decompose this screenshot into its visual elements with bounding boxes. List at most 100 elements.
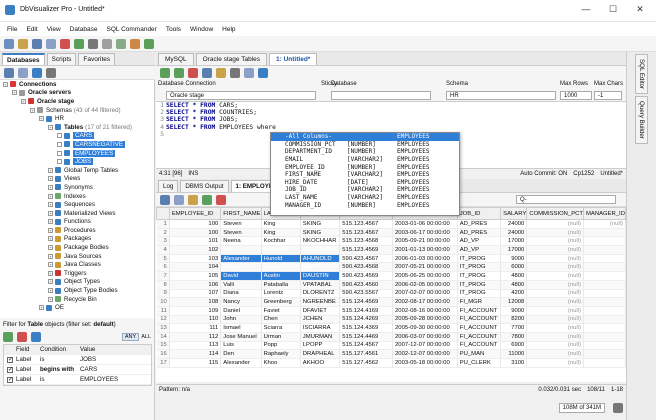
refresh-results-icon[interactable] — [160, 194, 170, 205]
expand-icon[interactable]: + — [48, 288, 53, 294]
tab-favorites[interactable]: Favorites — [78, 52, 116, 65]
autocomplete-item[interactable]: JOB_ID [VARCHAR2] EMPLOYEES — [271, 186, 459, 194]
table-cell[interactable]: (null) — [526, 262, 584, 273]
tree-node[interactable]: + Object Types — [0, 278, 154, 287]
max-rows-field[interactable]: 1000 — [560, 91, 592, 100]
auto-commit-status[interactable]: Auto Commit: ON — [520, 171, 567, 177]
table-cell[interactable]: 4200 — [500, 289, 528, 299]
expand-icon[interactable]: + — [48, 193, 53, 199]
table-cell[interactable]: Nancy — [220, 297, 262, 307]
explain-icon[interactable] — [258, 68, 268, 78]
save-all-icon[interactable] — [46, 38, 56, 49]
remove-filter-icon[interactable] — [17, 332, 27, 342]
table-cell[interactable]: 590.423.4569 — [339, 271, 394, 281]
table-cell[interactable]: 515.124.4169 — [339, 306, 394, 316]
code-line[interactable]: 2 SELECT * FROM COUNTRIES; — [156, 109, 626, 116]
tab-dbms-output[interactable]: DBMS Output — [180, 179, 229, 192]
execute-icon[interactable] — [160, 68, 170, 78]
filter-condition[interactable]: is — [40, 356, 80, 363]
close-button[interactable]: ✕ — [630, 4, 650, 18]
table-cell[interactable]: 3100 — [500, 358, 528, 368]
table-cell[interactable]: Popp — [261, 341, 301, 351]
history-icon[interactable] — [244, 68, 254, 78]
table-cell[interactable]: 2005-09-30 00:00:00 — [392, 323, 458, 333]
tree-node[interactable]: + Java Classes — [0, 260, 154, 269]
table-cell[interactable]: 16 — [156, 349, 170, 359]
table-cell[interactable]: 11000 — [500, 349, 528, 359]
expand-icon[interactable]: + — [48, 270, 53, 276]
table-cell[interactable]: (null) — [526, 219, 584, 229]
table-cell[interactable] — [583, 315, 626, 325]
add-row-icon[interactable] — [202, 194, 212, 205]
table-cell[interactable] — [583, 254, 626, 264]
table-cell[interactable]: (null) — [583, 219, 626, 229]
table-row[interactable]: 3 101 Neena Kochhar NKOCHHAR 515.123.4568 2005… — [156, 236, 626, 247]
table-cell[interactable]: IT_PROG — [457, 289, 502, 299]
table-cell[interactable]: 115 — [169, 358, 222, 368]
table-cell[interactable]: 106 — [169, 280, 222, 290]
table-cell[interactable]: 2006-02-05 00:00:00 — [392, 280, 458, 290]
table-cell[interactable]: Bruce — [220, 262, 262, 273]
expand-icon[interactable]: + — [48, 184, 53, 190]
database-select[interactable] — [331, 91, 431, 100]
table-cell[interactable]: NGREENBE — [300, 297, 341, 307]
tree-node[interactable]: + Oracle stage — [0, 97, 154, 106]
table-cell[interactable]: 3 — [156, 236, 170, 247]
table-cell[interactable]: (null) — [526, 254, 584, 264]
table-cell[interactable]: 102 — [169, 245, 222, 255]
table-cell[interactable]: AHUNOLD — [300, 254, 341, 264]
table-cell[interactable] — [583, 236, 626, 247]
table-row[interactable]: 10 108 Nancy Greenberg NGREENBE 515.124.4569 2… — [156, 297, 626, 307]
trash-icon[interactable] — [613, 403, 623, 413]
filter-condition[interactable]: begins with — [40, 366, 80, 373]
table-icon[interactable] — [102, 38, 112, 49]
table-cell[interactable]: FI_ACCOUNT — [457, 332, 502, 342]
tab-log[interactable]: Log — [158, 179, 179, 192]
tree-node[interactable]: + Triggers — [0, 269, 154, 278]
table-cell[interactable]: 10 — [156, 297, 170, 307]
table-cell[interactable]: DFAVIET — [300, 306, 341, 316]
expand-icon[interactable]: + — [48, 236, 53, 242]
expand-icon[interactable]: + — [48, 167, 53, 173]
autocomplete-item[interactable]: HIRE_DATE [DATE] EMPLOYEES — [271, 179, 459, 187]
table-cell[interactable]: AD_VP — [457, 245, 502, 255]
menu-edit[interactable]: Edit — [26, 26, 37, 33]
tree-node[interactable]: + Views — [0, 175, 154, 184]
table-cell[interactable]: 515.124.4269 — [339, 315, 394, 325]
table-cell[interactable]: 9000 — [500, 306, 528, 316]
expand-icon[interactable]: + — [3, 81, 8, 87]
table-cell[interactable]: 110 — [169, 315, 222, 325]
execute-current-icon[interactable] — [174, 68, 184, 78]
table-cell[interactable]: 6 — [156, 262, 170, 273]
table-cell[interactable]: Steven — [220, 228, 262, 238]
table-cell[interactable]: Alexander — [220, 254, 262, 264]
table-cell[interactable]: 2005-06-25 00:00:00 — [392, 271, 458, 281]
table-cell[interactable]: 108 — [169, 297, 222, 307]
table-cell[interactable]: (null) — [526, 245, 584, 255]
tree-node[interactable]: + Connections — [0, 80, 154, 89]
table-cell[interactable]: 7700 — [500, 323, 528, 333]
table-cell[interactable]: (null) — [526, 297, 584, 307]
expand-icon[interactable] — [57, 141, 62, 147]
column-header[interactable]: COMMISSION_PCT — [526, 207, 584, 220]
table-row[interactable]: 17 115 Alexander Khoo AKHOO 515.127.4562 2003-… — [156, 358, 626, 368]
table-cell[interactable]: Daniel — [220, 306, 262, 316]
table-cell[interactable]: Jose Manuel — [220, 332, 262, 342]
table-row[interactable]: 5 103 Alexander Hunold AHUNOLD 590.423.4567 20… — [156, 254, 626, 264]
table-cell[interactable]: Den — [220, 349, 262, 359]
filter-field[interactable]: Label — [16, 376, 40, 383]
expand-icon[interactable] — [57, 150, 62, 156]
tab-databases[interactable]: Databases — [2, 52, 45, 65]
table-cell[interactable]: John — [220, 315, 262, 325]
tree-node[interactable]: + Functions — [0, 218, 154, 227]
tree-node[interactable]: + Indexes — [0, 192, 154, 201]
table-cell[interactable]: 4800 — [500, 280, 528, 290]
code-line[interactable]: 1 SELECT * FROM CARS; — [156, 102, 626, 109]
table-cell[interactable]: 5 — [156, 254, 170, 264]
tree-node[interactable]: CARS — [0, 132, 154, 141]
table-cell[interactable]: 2007-12-07 00:00:00 — [392, 341, 458, 351]
maximize-button[interactable]: ☐ — [603, 4, 623, 18]
table-cell[interactable]: Neena — [220, 236, 262, 247]
code-line[interactable]: 3 SELECT * FROM JOBS; — [156, 116, 626, 123]
table-cell[interactable]: 1 — [156, 219, 170, 229]
